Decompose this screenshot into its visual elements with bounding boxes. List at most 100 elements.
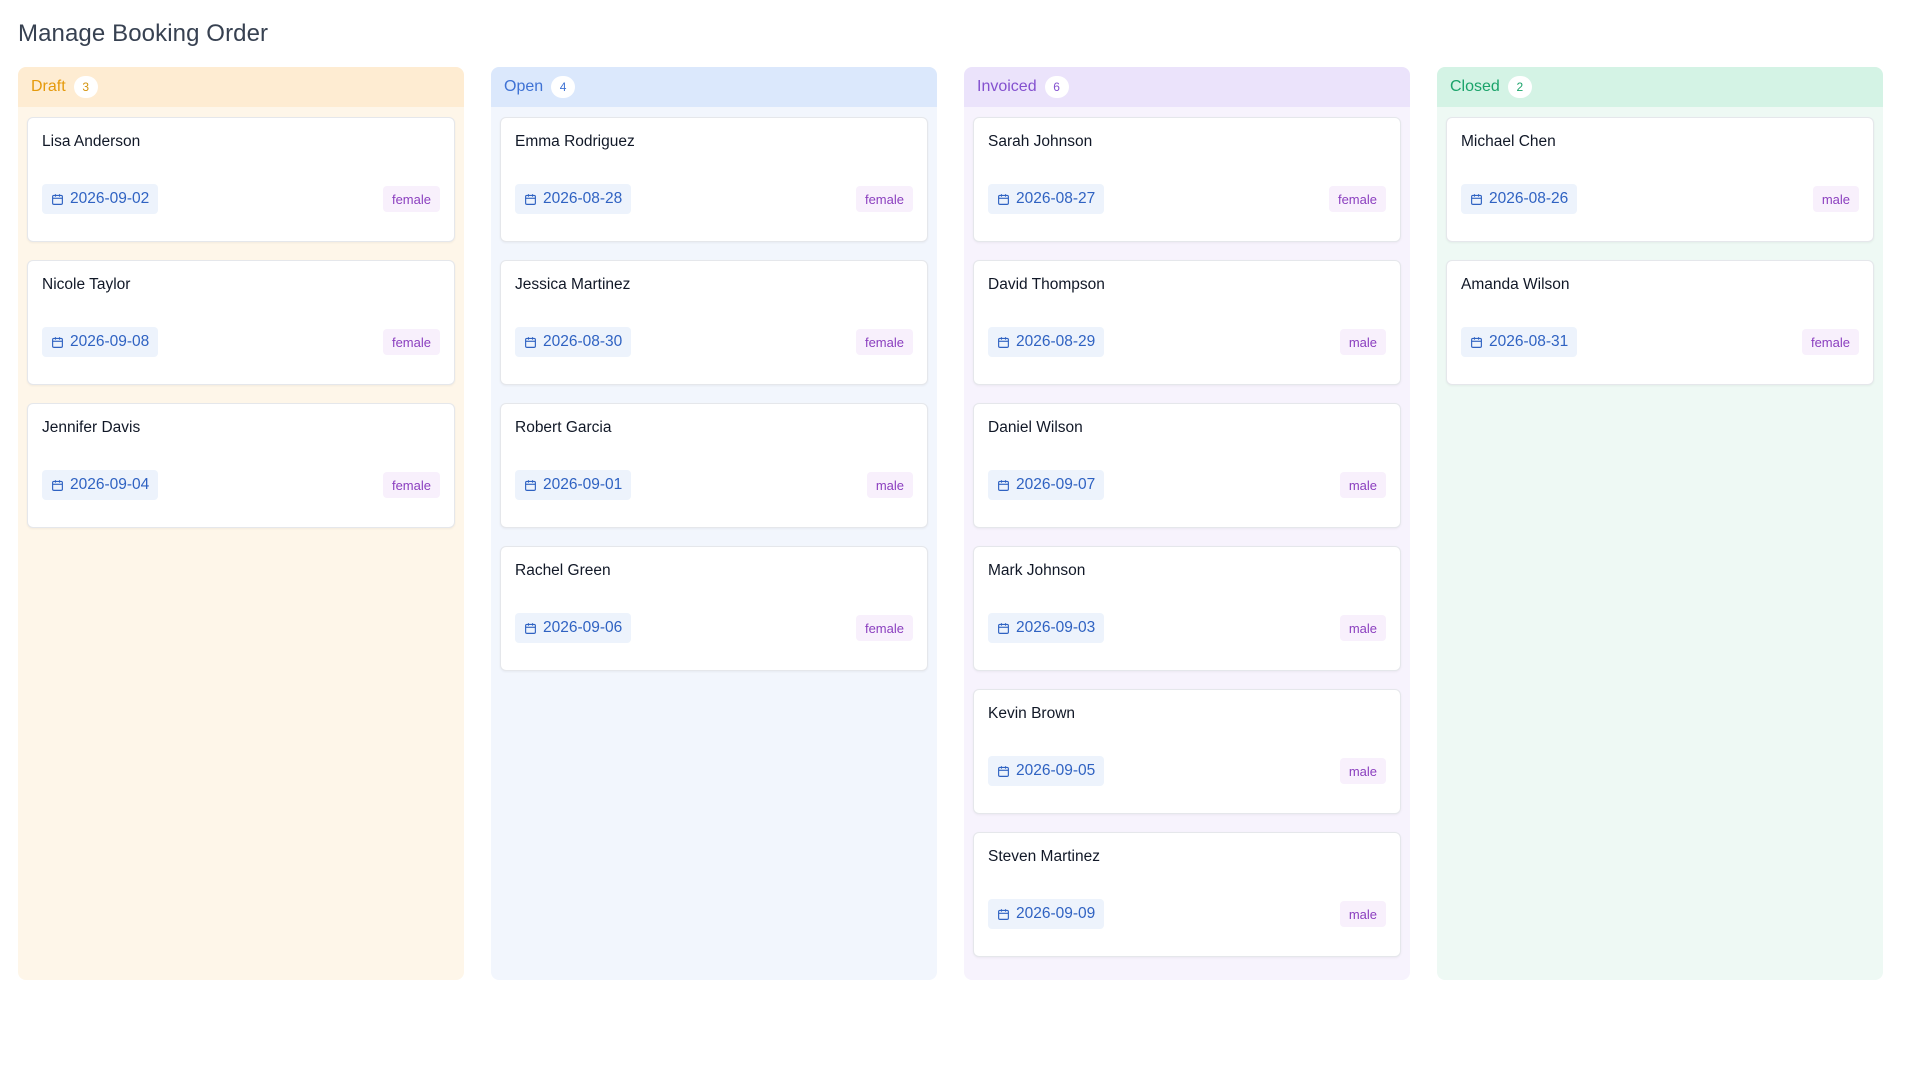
customer-name: Steven Martinez xyxy=(988,848,1100,865)
booking-date: 2026-09-04 xyxy=(70,476,150,493)
gender-tag: female xyxy=(1328,186,1386,212)
booking-card[interactable]: Sarah Johnson 2026-08-27 female xyxy=(973,117,1401,242)
card-meta-row: 2026-09-07 male xyxy=(988,470,1386,500)
card-meta-row: 2026-09-01 male xyxy=(515,470,913,500)
booking-card[interactable]: Mark Johnson 2026-09-03 male xyxy=(973,546,1401,671)
calendar-icon xyxy=(51,193,64,206)
booking-date-chip: 2026-09-08 xyxy=(42,327,159,357)
customer-name: Mark Johnson xyxy=(988,562,1086,579)
booking-card[interactable]: Amanda Wilson 2026-08-31 female xyxy=(1446,260,1874,385)
column-draft: Draft 3 Lisa Anderson 2026-09-02 female Nicol… xyxy=(18,67,464,980)
gender-tag: male xyxy=(866,472,913,498)
card-meta-row: 2026-09-03 male xyxy=(988,613,1386,643)
card-meta-row: 2026-09-09 male xyxy=(988,899,1386,929)
booking-date-chip: 2026-08-28 xyxy=(515,184,632,214)
booking-date-chip: 2026-08-31 xyxy=(1461,327,1578,357)
booking-date-chip: 2026-09-02 xyxy=(42,184,159,214)
booking-date: 2026-08-26 xyxy=(1489,190,1569,207)
booking-date-chip: 2026-09-05 xyxy=(988,756,1105,786)
booking-card[interactable]: Daniel Wilson 2026-09-07 male xyxy=(973,403,1401,528)
column-body-open: Emma Rodriguez 2026-08-28 female Jessica Ma… xyxy=(491,107,937,980)
gender-tag: male xyxy=(1339,758,1386,784)
customer-name: Jennifer Davis xyxy=(42,419,141,436)
booking-card[interactable]: Robert Garcia 2026-09-01 male xyxy=(500,403,928,528)
calendar-icon xyxy=(997,479,1010,492)
gender-tag: male xyxy=(1339,329,1386,355)
gender-tag: female xyxy=(382,186,440,212)
column-open: Open 4 Emma Rodriguez 2026-08-28 female Jessi… xyxy=(491,67,937,980)
card-meta-row: 2026-09-05 male xyxy=(988,756,1386,786)
booking-date-chip: 2026-09-04 xyxy=(42,470,159,500)
booking-date-chip: 2026-09-01 xyxy=(515,470,632,500)
booking-card[interactable]: David Thompson 2026-08-29 male xyxy=(973,260,1401,385)
customer-name: David Thompson xyxy=(988,276,1105,293)
customer-name: Michael Chen xyxy=(1461,133,1556,150)
customer-name: Kevin Brown xyxy=(988,705,1076,722)
column-body-draft: Lisa Anderson 2026-09-02 female Nicole Tayl… xyxy=(18,107,464,980)
customer-name: Daniel Wilson xyxy=(988,419,1083,436)
column-closed: Closed 2 Michael Chen 2026-08-26 male Amanda … xyxy=(1437,67,1883,980)
column-body-invoiced: Sarah Johnson 2026-08-27 female David Thomp… xyxy=(964,107,1410,980)
calendar-icon xyxy=(997,336,1010,349)
booking-date-chip: 2026-08-26 xyxy=(1461,184,1578,214)
gender-tag: male xyxy=(1812,186,1859,212)
card-meta-row: 2026-08-29 male xyxy=(988,327,1386,357)
customer-name: Amanda Wilson xyxy=(1461,276,1570,293)
calendar-icon xyxy=(1470,193,1483,206)
customer-name: Emma Rodriguez xyxy=(515,133,635,150)
column-title: Closed xyxy=(1450,78,1500,95)
gender-tag: male xyxy=(1339,472,1386,498)
card-meta-row: 2026-08-30 female xyxy=(515,327,913,357)
booking-card[interactable]: Rachel Green 2026-09-06 female xyxy=(500,546,928,671)
calendar-icon xyxy=(997,193,1010,206)
column-invoiced: Invoiced 6 Sarah Johnson 2026-08-27 female Da… xyxy=(964,67,1410,980)
booking-date-chip: 2026-08-29 xyxy=(988,327,1105,357)
column-count-badge: 4 xyxy=(551,76,576,98)
booking-card[interactable]: Steven Martinez 2026-09-09 male xyxy=(973,832,1401,957)
column-header-invoiced: Invoiced 6 xyxy=(964,67,1410,107)
calendar-icon xyxy=(997,908,1010,921)
gender-tag: male xyxy=(1339,901,1386,927)
column-count-badge: 2 xyxy=(1507,76,1532,98)
booking-date: 2026-08-28 xyxy=(543,190,623,207)
column-count-badge: 3 xyxy=(73,76,98,98)
booking-card[interactable]: Jennifer Davis 2026-09-04 female xyxy=(27,403,455,528)
booking-card[interactable]: Kevin Brown 2026-09-05 male xyxy=(973,689,1401,814)
gender-tag: female xyxy=(855,186,913,212)
column-title: Invoiced xyxy=(977,78,1037,95)
calendar-icon xyxy=(524,479,537,492)
calendar-icon xyxy=(524,622,537,635)
calendar-icon xyxy=(997,765,1010,778)
column-body-closed: Michael Chen 2026-08-26 male Amanda Wilson 2… xyxy=(1437,107,1883,980)
column-title: Draft xyxy=(31,78,66,95)
booking-date: 2026-09-09 xyxy=(1016,905,1096,922)
booking-date: 2026-09-02 xyxy=(70,190,150,207)
calendar-icon xyxy=(524,193,537,206)
gender-tag: female xyxy=(382,472,440,498)
booking-card[interactable]: Michael Chen 2026-08-26 male xyxy=(1446,117,1874,242)
booking-date: 2026-08-31 xyxy=(1489,333,1569,350)
kanban-board: Draft 3 Lisa Anderson 2026-09-02 female Nicol… xyxy=(18,67,1883,980)
booking-date-chip: 2026-08-27 xyxy=(988,184,1105,214)
booking-date-chip: 2026-09-09 xyxy=(988,899,1105,929)
gender-tag: female xyxy=(1801,329,1859,355)
booking-card[interactable]: Jessica Martinez 2026-08-30 female xyxy=(500,260,928,385)
card-meta-row: 2026-09-06 female xyxy=(515,613,913,643)
calendar-icon xyxy=(524,336,537,349)
booking-card[interactable]: Nicole Taylor 2026-09-08 female xyxy=(27,260,455,385)
customer-name: Jessica Martinez xyxy=(515,276,631,293)
booking-card[interactable]: Lisa Anderson 2026-09-02 female xyxy=(27,117,455,242)
column-header-draft: Draft 3 xyxy=(18,67,464,107)
page-title: Manage Booking Order xyxy=(18,20,269,47)
column-count-badge: 6 xyxy=(1044,76,1069,98)
calendar-icon xyxy=(51,479,64,492)
booking-date: 2026-09-06 xyxy=(543,619,623,636)
booking-date: 2026-08-27 xyxy=(1016,190,1096,207)
card-meta-row: 2026-09-08 female xyxy=(42,327,440,357)
card-meta-row: 2026-08-26 male xyxy=(1461,184,1859,214)
booking-card[interactable]: Emma Rodriguez 2026-08-28 female xyxy=(500,117,928,242)
card-meta-row: 2026-09-02 female xyxy=(42,184,440,214)
booking-date: 2026-09-03 xyxy=(1016,619,1096,636)
page: Manage Booking Order Draft 3 Lisa Anderson… xyxy=(0,0,1920,1080)
calendar-icon xyxy=(51,336,64,349)
